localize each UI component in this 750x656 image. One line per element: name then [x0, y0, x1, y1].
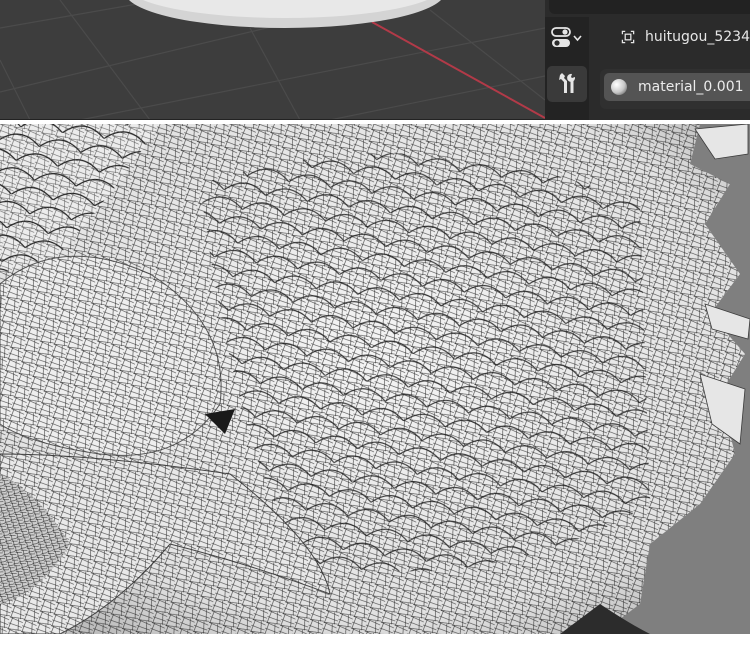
material-name-label: material_0.001	[638, 79, 744, 95]
properties-tab-column	[545, 17, 589, 120]
blender-top-strip: huitugou_5234 material_0.001	[0, 0, 750, 120]
material-slot: material_0.001	[600, 69, 750, 109]
object-name-label: huitugou_5234	[645, 29, 750, 45]
object-name-header[interactable]: huitugou_5234	[593, 17, 750, 57]
dragon-wireframe-render	[0, 124, 750, 634]
properties-header-row	[549, 0, 750, 14]
material-sphere-icon	[611, 79, 627, 95]
toggle-switches-icon	[551, 27, 582, 47]
bottom-margin	[0, 634, 750, 656]
3d-viewport[interactable]	[0, 0, 546, 120]
tab-display-mode[interactable]	[547, 20, 587, 56]
wrench-screwdriver-icon	[559, 73, 576, 93]
material-selector[interactable]: material_0.001	[604, 73, 750, 101]
properties-editor: huitugou_5234 material_0.001	[545, 0, 750, 120]
tab-tool[interactable]	[547, 66, 587, 102]
viewport-grid	[0, 0, 546, 120]
wireframe-render-view	[0, 124, 750, 634]
object-bounds-icon	[621, 30, 635, 44]
